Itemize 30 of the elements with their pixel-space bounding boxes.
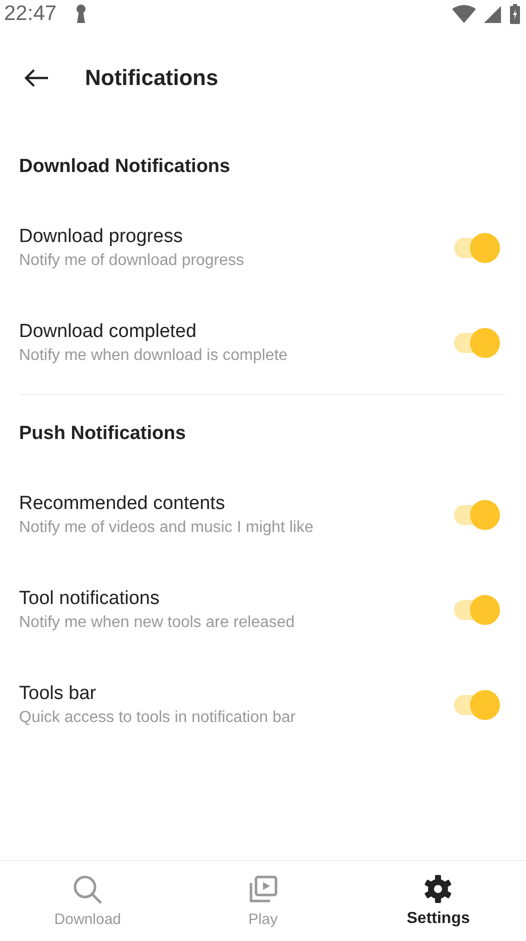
nav-tab[interactable]: Download — [0, 861, 176, 941]
setting-title: Download progress — [19, 226, 184, 248]
toggle-switch[interactable] — [452, 500, 500, 530]
setting-description: Notify me of download progress — [19, 252, 245, 270]
status-time: 22:47 — [4, 2, 57, 26]
setting-description: Notify me when download is complete — [19, 346, 289, 364]
setting-title: Recommended contents — [19, 492, 226, 514]
setting-title: Tool notifications — [19, 588, 160, 610]
page-title: Notifications — [85, 65, 218, 91]
battery-icon — [510, 4, 520, 24]
signal-icon — [484, 5, 502, 23]
nav-tab[interactable]: Play — [175, 861, 351, 941]
setting-title: Tools bar — [19, 682, 98, 704]
back-arrow-icon[interactable] — [23, 68, 49, 88]
video-stack-icon — [248, 874, 278, 904]
settings-icon — [423, 874, 454, 904]
section-title: Push Notifications — [18, 422, 187, 446]
wifi-icon — [452, 5, 476, 23]
toggle-switch[interactable] — [452, 232, 500, 262]
setting-description: Notify me of videos and music I might like — [19, 518, 314, 536]
toggle-switch[interactable] — [452, 328, 500, 358]
toggle-switch[interactable] — [452, 594, 500, 624]
nav-tab[interactable]: Settings — [350, 861, 526, 941]
keyhole-icon — [74, 4, 87, 24]
setting-description: Quick access to tools in notification bar — [19, 708, 297, 726]
setting-description: Notify me when new tools are released — [19, 614, 296, 632]
toggle-switch[interactable] — [452, 690, 500, 720]
setting-title: Download completed — [19, 320, 198, 342]
search-icon — [72, 874, 103, 904]
section-title: Download Notifications — [18, 155, 232, 179]
